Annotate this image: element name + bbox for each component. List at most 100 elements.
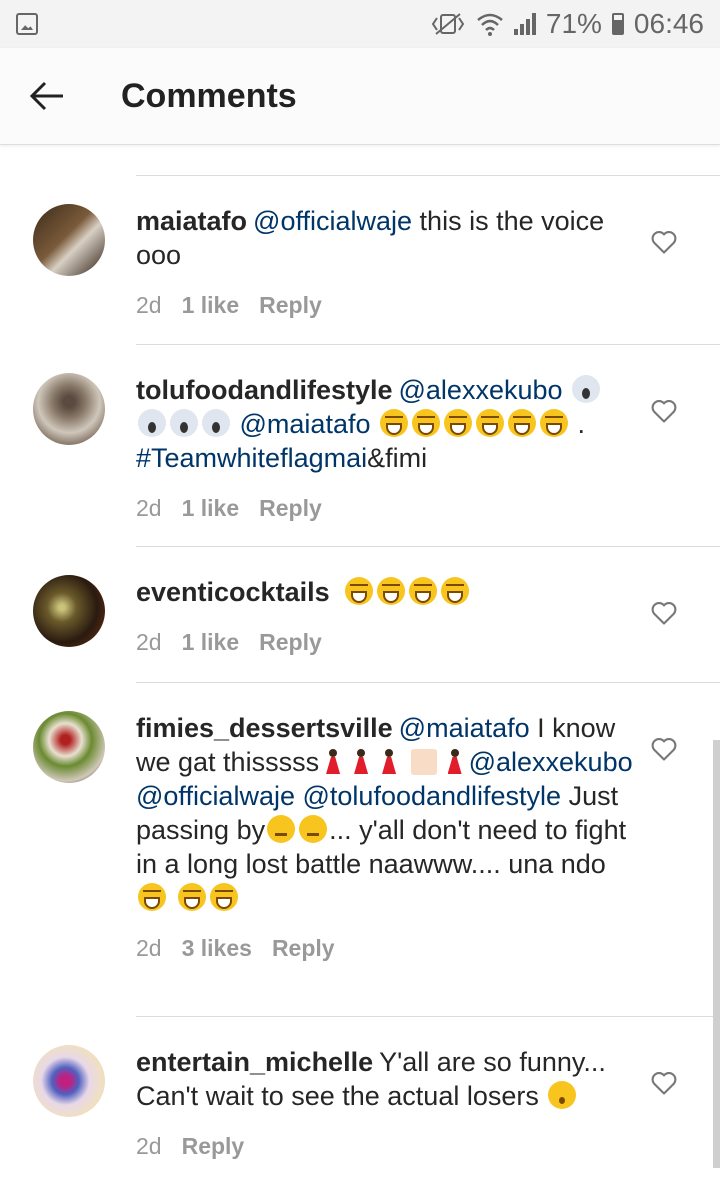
laughing-emoji-icon <box>412 409 440 437</box>
comment-item: entertain_michelle Y'all are so funny... … <box>0 1017 720 1177</box>
vibrate-icon <box>431 13 465 35</box>
comment-body: tolufoodandlifestyle @alexxekubo @maiataf… <box>136 373 636 546</box>
reply-button[interactable]: Reply <box>272 935 335 962</box>
scream-emoji-icon <box>202 409 230 437</box>
grimace-emoji-icon <box>267 815 296 843</box>
comments-list: maiatafo @officialwaje this is the voice … <box>0 175 720 1177</box>
heart-icon[interactable] <box>650 599 678 627</box>
back-button[interactable] <box>15 64 79 128</box>
laughing-emoji-icon <box>409 577 438 605</box>
arrow-left-icon <box>29 81 63 111</box>
laughing-emoji-icon <box>377 577 406 605</box>
status-left <box>16 13 38 35</box>
mention-link[interactable]: @maiatafo <box>240 409 371 439</box>
laughing-emoji-icon <box>441 577 470 605</box>
dancer-emoji-icon <box>351 748 371 776</box>
comment-time: 2d <box>136 935 162 961</box>
comment-username[interactable]: maiatafo <box>136 206 247 236</box>
reply-button[interactable]: Reply <box>259 495 322 522</box>
comment-item: fimies_dessertsville @maiatafo I know we … <box>0 683 720 1016</box>
comment-text: maiatafo @officialwaje this is the voice … <box>136 204 636 272</box>
hashtag-link[interactable]: #Teamwhiteflagmai <box>136 443 367 473</box>
dancer-emoji-icon <box>445 748 465 776</box>
avatar[interactable] <box>33 204 105 276</box>
comment-username[interactable]: tolufoodandlifestyle <box>136 375 393 405</box>
dancer-emoji-icon <box>323 748 343 776</box>
laughing-emoji-icon <box>380 409 408 437</box>
gallery-icon <box>16 13 38 35</box>
comment-body: entertain_michelle Y'all are so funny... … <box>136 1045 636 1177</box>
mention-link[interactable]: @tolufoodandlifestyle <box>303 781 562 811</box>
comment-meta: 2d 1 like Reply <box>136 292 636 319</box>
comment-text: tolufoodandlifestyle @alexxekubo @maiataf… <box>136 373 636 475</box>
reply-button[interactable]: Reply <box>259 629 322 656</box>
heart-icon[interactable] <box>650 228 678 256</box>
laughing-emoji-icon <box>508 409 536 437</box>
comment-time: 2d <box>136 1133 162 1159</box>
comment-username[interactable]: eventicocktails <box>136 577 330 607</box>
comment-body: maiatafo @officialwaje this is the voice … <box>136 204 636 344</box>
laughing-emoji-icon <box>345 577 374 605</box>
heart-icon[interactable] <box>650 735 678 763</box>
avatar[interactable] <box>33 373 105 445</box>
avatar[interactable] <box>33 1045 105 1117</box>
laughing-emoji-icon <box>138 883 166 911</box>
scream-emoji-icon <box>170 409 198 437</box>
comment-body: eventicocktails 2d 1 like Reply <box>136 575 636 682</box>
scream-emoji-icon <box>138 409 166 437</box>
dancer-emoji-icon <box>379 748 399 776</box>
laughing-emoji-icon <box>177 883 206 911</box>
comment-text: entertain_michelle Y'all are so funny... … <box>136 1045 636 1113</box>
likes-count[interactable]: 3 likes <box>182 935 252 962</box>
scream-emoji-icon <box>572 375 601 403</box>
heart-icon[interactable] <box>650 397 678 425</box>
reply-button[interactable]: Reply <box>259 292 322 319</box>
comment-message: &fimi <box>367 443 428 473</box>
skin-tone-icon <box>410 749 437 775</box>
clock: 06:46 <box>633 8 704 39</box>
status-bar: 71% 06:46 <box>0 0 720 48</box>
scrollbar[interactable] <box>713 740 720 1168</box>
status-right: 71% 06:46 <box>430 8 704 40</box>
grimace-emoji-icon <box>299 815 328 843</box>
comment-meta: 2d 1 like Reply <box>136 495 636 522</box>
comment-text: fimies_dessertsville @maiatafo I know we … <box>136 711 636 915</box>
mention-link[interactable]: @alexxekubo <box>469 747 633 777</box>
laughing-emoji-icon <box>476 409 504 437</box>
comment-punctuation: . <box>577 409 586 439</box>
avatar[interactable] <box>33 575 105 647</box>
mention-link[interactable]: @officialwaje <box>136 781 295 811</box>
comment-username[interactable]: entertain_michelle <box>136 1047 373 1077</box>
likes-count[interactable]: 1 like <box>182 629 240 656</box>
comment-meta: 2d 3 likes Reply <box>136 935 636 962</box>
app-bar: Comments <box>0 48 720 145</box>
wifi-icon <box>477 13 503 36</box>
comment-item: eventicocktails 2d 1 like Reply <box>0 547 720 682</box>
mention-link[interactable]: @maiatafo <box>399 713 530 743</box>
comment-body: fimies_dessertsville @maiatafo I know we … <box>136 711 636 1016</box>
comment-meta: 2d 1 like Reply <box>136 629 636 656</box>
signal-icon <box>513 13 536 35</box>
likes-count[interactable]: 1 like <box>182 292 240 319</box>
hushed-emoji-icon <box>548 1081 577 1109</box>
page-title: Comments <box>121 76 297 115</box>
comment-meta: 2d Reply <box>136 1133 636 1160</box>
battery-icon <box>611 13 624 35</box>
comment-time: 2d <box>136 629 162 655</box>
laughing-emoji-icon <box>209 883 238 911</box>
comment-item: tolufoodandlifestyle @alexxekubo @maiataf… <box>0 345 720 546</box>
comment-time: 2d <box>136 495 162 521</box>
laughing-emoji-icon <box>540 409 568 437</box>
avatar[interactable] <box>33 711 105 783</box>
reply-button[interactable]: Reply <box>182 1133 245 1160</box>
laughing-emoji-icon <box>444 409 472 437</box>
heart-icon[interactable] <box>650 1069 678 1097</box>
mention-link[interactable]: @alexxekubo <box>399 375 563 405</box>
comment-item: maiatafo @officialwaje this is the voice … <box>0 176 720 344</box>
comment-username[interactable]: fimies_dessertsville <box>136 713 393 743</box>
likes-count[interactable]: 1 like <box>182 495 240 522</box>
comment-text: eventicocktails <box>136 575 636 609</box>
battery-percent: 71% <box>545 8 602 39</box>
mention-link[interactable]: @officialwaje <box>253 206 412 236</box>
comment-time: 2d <box>136 292 162 318</box>
